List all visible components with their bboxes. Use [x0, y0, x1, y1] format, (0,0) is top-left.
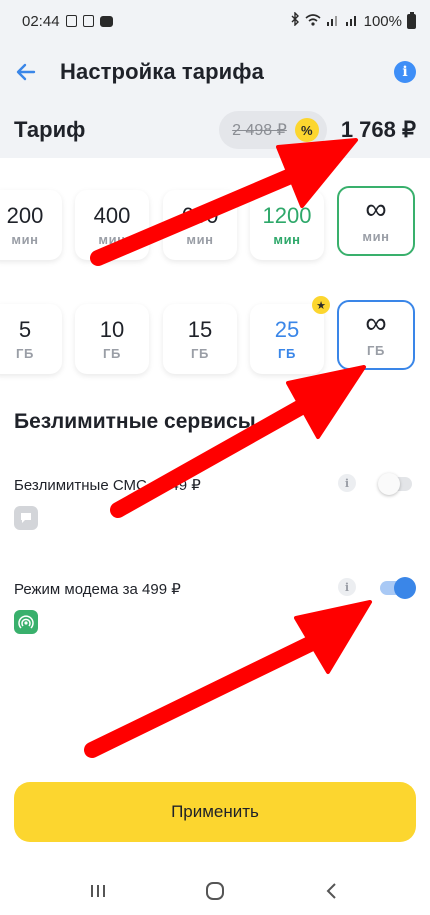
- minutes-option-200[interactable]: 200 мин: [0, 190, 62, 260]
- minutes-option-400[interactable]: 400 мин: [75, 190, 149, 260]
- gb-option-value: 15: [187, 316, 213, 342]
- hotspot-toggle[interactable]: [378, 576, 416, 600]
- minutes-option-value: 600: [181, 202, 219, 228]
- infinity-icon: ∞: [365, 192, 387, 226]
- top-app-bar: Настройка тарифа i: [0, 42, 430, 102]
- home-icon[interactable]: [195, 876, 235, 906]
- status-time: 02:44: [22, 12, 60, 30]
- gb-option-unit: ГБ: [103, 346, 121, 362]
- star-icon: ★: [312, 296, 330, 314]
- minutes-option-value: 1200: [262, 202, 312, 228]
- gb-option-unit: ГБ: [191, 346, 209, 362]
- minutes-option-unit: мин: [273, 232, 301, 248]
- gb-option-unit: ГБ: [367, 342, 385, 358]
- old-price: 2 498 ₽: [232, 122, 287, 139]
- minutes-option-unit: мин: [362, 228, 390, 244]
- info-icon[interactable]: i: [394, 61, 416, 83]
- minutes-option-unit: мин: [11, 232, 39, 248]
- status-right: 100%: [290, 11, 416, 30]
- old-price-pill: 2 498 ₽ %: [219, 111, 327, 149]
- info-icon[interactable]: i: [338, 474, 356, 492]
- tariff-price-row: Тариф 2 498 ₽ % 1 768 ₽: [0, 102, 430, 158]
- bluetooth-icon: [290, 11, 300, 30]
- system-nav-bar: [0, 866, 430, 915]
- gb-option-value: 25: [274, 316, 300, 342]
- signal-icon: [345, 13, 359, 30]
- minutes-option-unit: мин: [98, 232, 126, 248]
- service-hotspot: Режим модема за 499 ₽ i: [14, 577, 416, 634]
- minutes-option-value: 400: [93, 202, 131, 228]
- gb-option-10[interactable]: 10 ГБ: [75, 304, 149, 374]
- recent-apps-icon[interactable]: [78, 876, 118, 906]
- gb-option-15[interactable]: 15 ГБ: [163, 304, 237, 374]
- chat-notification-icon: [99, 15, 113, 27]
- battery-icon: [407, 11, 416, 29]
- services-section-title: Безлимитные сервисы: [14, 410, 256, 433]
- toggle-knob: [394, 577, 416, 599]
- hotspot-icon: [14, 610, 38, 634]
- tariff-label: Тариф: [14, 117, 86, 142]
- gb-option-value: 10: [99, 316, 125, 342]
- sms-toggle[interactable]: [378, 472, 416, 496]
- gb-option-unlimited[interactable]: ∞ ГБ: [337, 300, 415, 370]
- discount-percent-icon: %: [294, 118, 319, 142]
- back-icon[interactable]: [312, 876, 352, 906]
- signal-icon: [326, 13, 340, 30]
- minutes-option-value: 200: [6, 202, 44, 228]
- battery-percent: 100%: [363, 12, 402, 30]
- status-bar: 02:44 100%: [0, 0, 430, 42]
- gb-option-5[interactable]: 5 ГБ: [0, 304, 62, 374]
- toggle-knob: [378, 473, 400, 495]
- minutes-option-600[interactable]: 600 мин: [163, 190, 237, 260]
- gb-option-value: 5: [18, 316, 32, 342]
- info-icon[interactable]: i: [338, 578, 356, 596]
- minutes-option-unit: мин: [186, 232, 214, 248]
- gb-option-25[interactable]: 25 ГБ ★: [250, 296, 330, 374]
- infinity-icon: ∞: [365, 306, 387, 340]
- minutes-option-unlimited[interactable]: ∞ мин: [337, 186, 415, 256]
- service-sms: Безлимитные СМС за 49 ₽ i: [14, 473, 416, 530]
- message-icon: [14, 506, 38, 530]
- new-price: 1 768 ₽: [340, 117, 416, 142]
- status-left: 02:44: [22, 13, 113, 30]
- back-arrow-icon[interactable]: [14, 60, 38, 84]
- sim-card-icon: [82, 15, 94, 27]
- apply-button[interactable]: Применить: [14, 782, 416, 842]
- sim-card-icon: [65, 15, 77, 27]
- page-title: Настройка тарифа: [60, 59, 264, 84]
- gb-option-unit: ГБ: [16, 346, 34, 362]
- gb-option-unit: ГБ: [278, 346, 296, 362]
- minutes-option-1200[interactable]: 1200 мин: [250, 190, 324, 260]
- wifi-icon: [305, 13, 321, 30]
